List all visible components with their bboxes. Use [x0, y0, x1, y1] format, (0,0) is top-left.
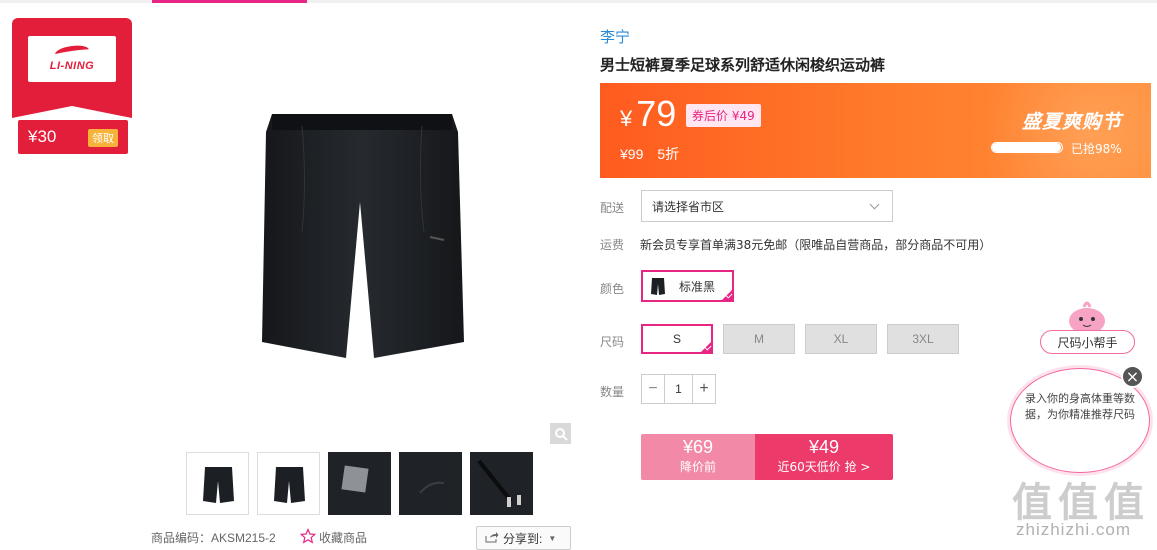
- selected-check-icon: [699, 340, 713, 354]
- original-price: ¥99 5折: [620, 146, 680, 162]
- sold-progress-bar: [991, 142, 1063, 153]
- size-option-3xl[interactable]: 3XL: [887, 324, 959, 354]
- favorite-button[interactable]: 收藏商品: [299, 528, 368, 547]
- coupon-strip[interactable]: ¥30 领取: [18, 120, 128, 154]
- event-title: 盛夏爽购节: [1022, 111, 1123, 133]
- delivery-label: 配送: [600, 201, 625, 215]
- active-tab-indicator: [152, 0, 307, 3]
- shipping-info: 新会员专享首单满38元免邮（限唯品自营商品，部分商品不可用）: [640, 238, 992, 252]
- selected-check-icon: [720, 288, 734, 302]
- product-main-image[interactable]: [152, 22, 572, 442]
- region-select[interactable]: 请选择省市区: [641, 190, 893, 222]
- thumbnail-1[interactable]: [186, 452, 249, 515]
- color-option-black[interactable]: 标准黑: [641, 270, 734, 302]
- chevron-down-icon: [869, 199, 880, 210]
- caret-down-icon: ▼: [548, 533, 557, 543]
- color-swatch-image: [647, 275, 669, 297]
- brand-link[interactable]: 李宁: [600, 26, 630, 47]
- quantity-label: 数量: [600, 385, 625, 399]
- size-helper-button[interactable]: 尺码小帮手: [1040, 330, 1135, 354]
- zoom-icon[interactable]: [550, 423, 571, 444]
- close-icon[interactable]: ×: [1121, 365, 1144, 388]
- mascot-icon: [1062, 295, 1112, 335]
- decrease-button[interactable]: −: [642, 375, 664, 403]
- thumbnail-5[interactable]: [470, 452, 533, 515]
- share-label: 分享到:: [503, 531, 543, 546]
- star-icon: [299, 528, 317, 547]
- thumbnail-4[interactable]: [399, 452, 462, 515]
- lining-logo: LI-NING: [28, 36, 116, 82]
- share-icon: [485, 531, 499, 546]
- discount-label: 5折: [657, 146, 680, 162]
- size-option-m[interactable]: M: [723, 324, 795, 354]
- current-price: ¥79: [620, 93, 677, 134]
- brand-coupon-card[interactable]: LI-NING: [12, 18, 132, 118]
- watermark: 值值值 zhizhizhi.com: [1012, 481, 1150, 539]
- size-option-s[interactable]: S: [641, 324, 713, 354]
- size-option-xl[interactable]: XL: [805, 324, 877, 354]
- increase-button[interactable]: +: [693, 375, 715, 403]
- thumbnail-2[interactable]: [257, 452, 320, 515]
- thumbnail-3[interactable]: [328, 452, 391, 515]
- product-sku: 商品编码：AKSM215-2: [151, 531, 276, 545]
- favorite-label: 收藏商品: [319, 531, 368, 545]
- size-label: 尺码: [600, 335, 625, 349]
- pre-drop-price-button[interactable]: ¥69 降价前: [641, 434, 755, 480]
- thumbnail-strip: [186, 452, 533, 515]
- price-banner: ¥79 券后价 ¥49 ¥99 5折 盛夏爽购节 已抢98%: [600, 83, 1151, 178]
- product-title: 男士短裤夏季足球系列舒适休闲梭织运动裤: [600, 56, 886, 74]
- claim-coupon-button[interactable]: 领取: [88, 129, 118, 147]
- color-label: 颜色: [600, 282, 625, 296]
- quantity-value[interactable]: 1: [664, 375, 693, 403]
- buy-now-button[interactable]: ¥49 近60天低价 抢 >: [755, 434, 893, 480]
- sold-progress-label: 已抢98%: [1071, 142, 1122, 156]
- share-button[interactable]: 分享到: ▼: [476, 526, 571, 550]
- quantity-stepper: − 1 +: [641, 374, 716, 404]
- shipping-label: 运费: [600, 238, 625, 252]
- coupon-price-badge: 券后价 ¥49: [686, 104, 761, 127]
- coupon-amount: ¥30: [28, 127, 57, 146]
